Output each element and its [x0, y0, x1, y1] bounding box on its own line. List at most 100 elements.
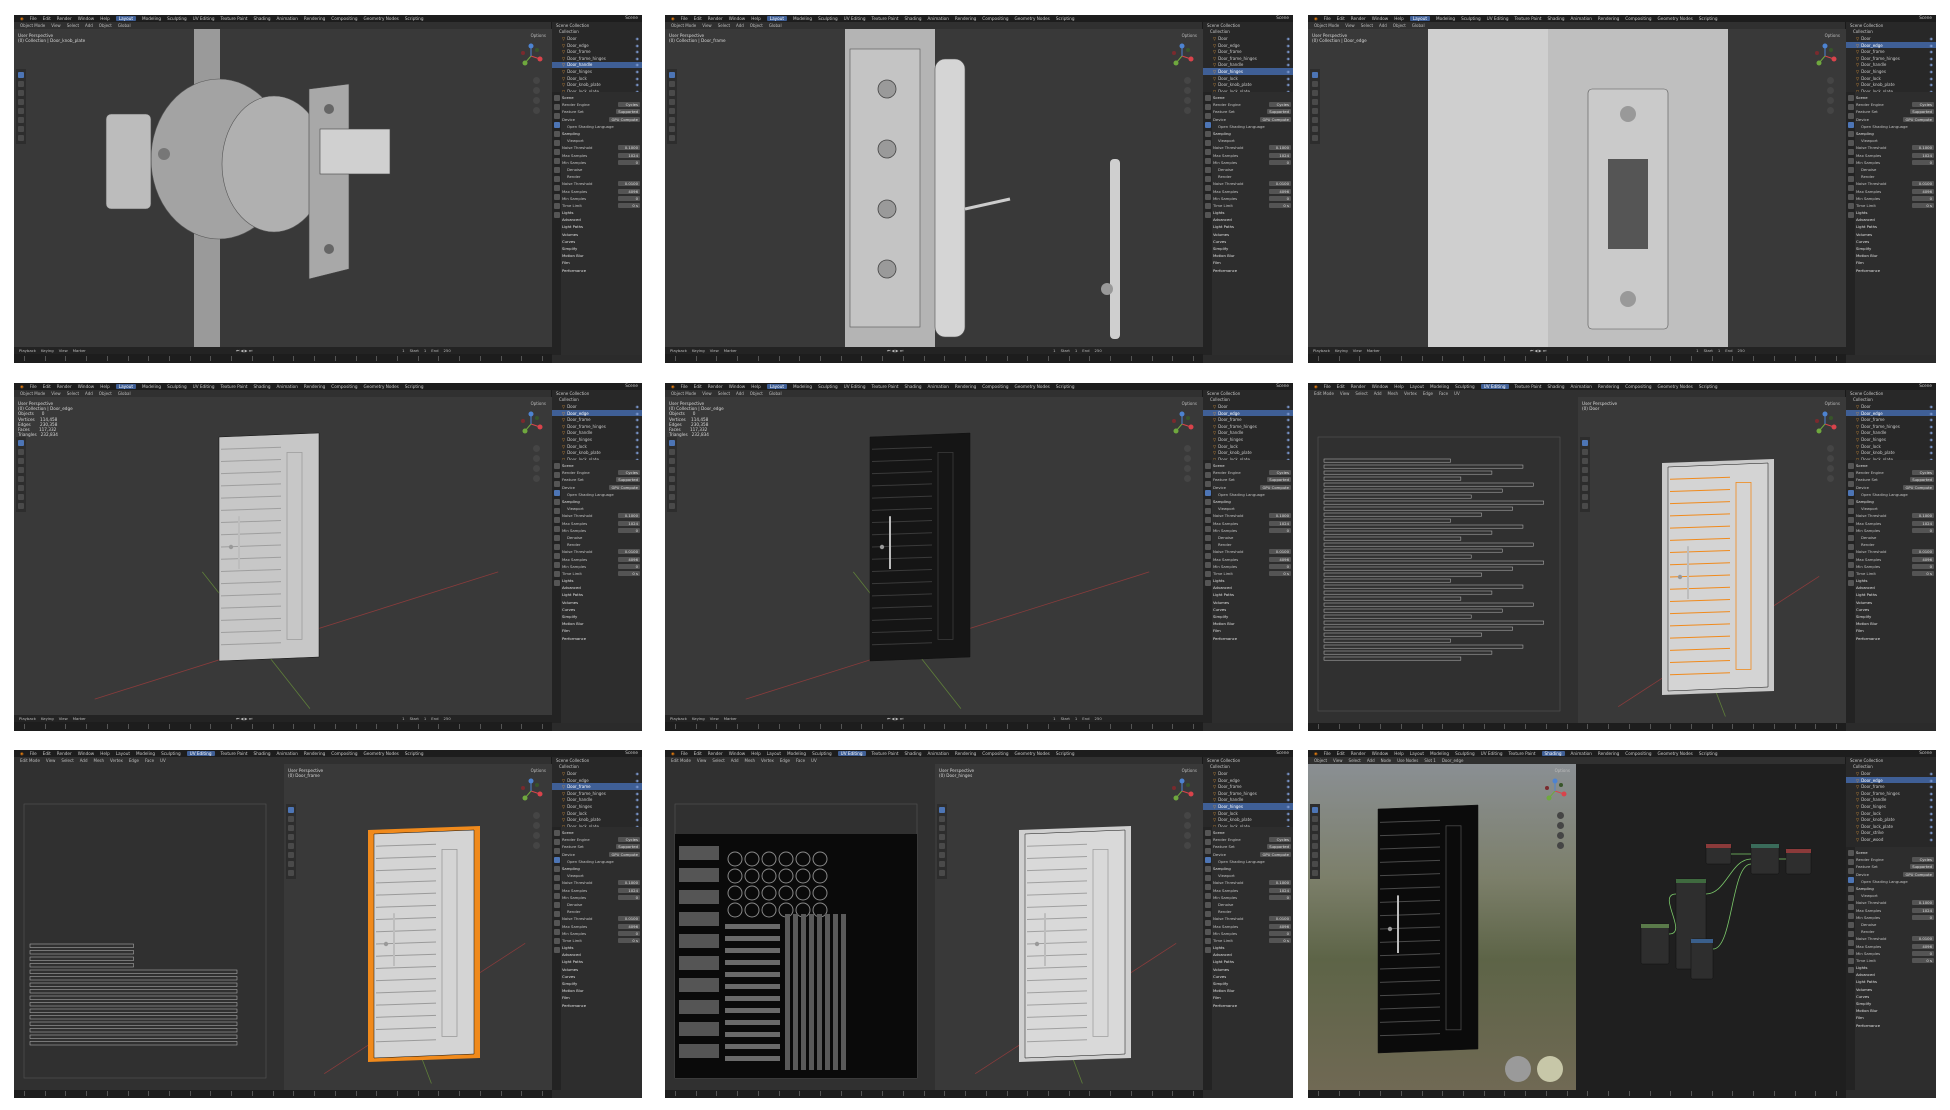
visibility-icon[interactable]: ◉	[636, 430, 640, 435]
timeline-menu-view[interactable]: View	[710, 716, 719, 721]
feature-set[interactable]: Feature Set Supported	[562, 476, 640, 483]
viewport-min-samples[interactable]: Min Samples 0	[1213, 527, 1291, 534]
workspace-tab-sculpting[interactable]: Sculpting	[161, 751, 181, 756]
render-engine-value[interactable]: Cycles	[1269, 837, 1291, 843]
workspace-tab-scripting[interactable]: Scripting	[405, 16, 424, 21]
scene-selector[interactable]: Scene	[1919, 383, 1932, 388]
properties-tab-icon[interactable]	[1204, 902, 1211, 908]
render-noise-threshold[interactable]: Noise Threshold 0.0100	[562, 548, 640, 555]
header-menu-use-nodes[interactable]: Use Nodes	[1397, 758, 1418, 763]
menu-file[interactable]: File	[30, 16, 37, 21]
properties-tab-icon[interactable]	[1204, 490, 1211, 496]
workspace-tab-rendering[interactable]: Rendering	[1598, 16, 1619, 21]
outliner-item[interactable]: ▽ Door_handle ◉	[1846, 430, 1936, 437]
properties-tab-icon[interactable]	[553, 203, 560, 209]
header-menu-mesh[interactable]: Mesh	[1388, 391, 1399, 396]
header-menu-view[interactable]: View	[46, 758, 56, 763]
header-menu-view[interactable]: View	[51, 391, 61, 396]
timeline-ruler[interactable]	[14, 354, 552, 363]
outliner-item[interactable]: ▽ Door_frame ◉	[1846, 783, 1936, 790]
workspace-tab-uv-editing[interactable]: UV Editing	[1487, 16, 1509, 21]
feature-set[interactable]: Feature Set Supported	[562, 108, 640, 115]
outliner-item[interactable]: ▽ Door_handle ◉	[1203, 430, 1293, 437]
outliner-item[interactable]: ▽ Door_handle ◉	[1203, 797, 1293, 804]
workspace-tab-geometry-nodes[interactable]: Geometry Nodes	[364, 16, 399, 21]
viewport-max-samples-value[interactable]: 1024	[1269, 520, 1291, 526]
header-menu-add[interactable]: Add	[736, 391, 744, 396]
outliner-item[interactable]: ▽ Door_hinges ◉	[1846, 803, 1936, 810]
properties-tab-icon[interactable]	[1847, 176, 1854, 182]
scene-selector[interactable]: Scene	[1919, 15, 1932, 20]
menu-help[interactable]: Help	[100, 384, 110, 389]
feature-set[interactable]: Feature Set Supported	[1856, 476, 1934, 483]
workspace-tab-animation[interactable]: Animation	[1571, 16, 1592, 21]
viewport-noise-threshold-value[interactable]: 0.1000	[1912, 513, 1934, 519]
header-menu-view[interactable]: View	[702, 391, 712, 396]
outliner-item[interactable]: ▽ Door_handle ◉	[552, 61, 642, 69]
workspace-tab-layout[interactable]: Layout	[1410, 384, 1424, 389]
menu-render[interactable]: Render	[57, 751, 72, 756]
outliner-item[interactable]: ▽ Door_frame_hinges ◉	[552, 55, 642, 62]
device-value[interactable]: GPU Compute	[1260, 484, 1291, 490]
properties-tab-icon[interactable]	[553, 947, 560, 953]
render-min-samples-value[interactable]: 0	[1269, 195, 1291, 201]
properties-tab-icon[interactable]	[1204, 463, 1211, 469]
outliner-item[interactable]: ▽ Door ◉	[1203, 35, 1293, 42]
viewport-noise-threshold[interactable]: Noise Threshold 0.1000	[562, 879, 640, 886]
properties-tab-icon[interactable]	[1847, 131, 1854, 137]
render-noise-threshold[interactable]: Noise Threshold 0.0100	[1856, 180, 1934, 187]
outliner-item[interactable]: ▽ Door_hinges ◉	[552, 803, 642, 810]
shader-node-editor[interactable]	[1576, 764, 1846, 1090]
viewport-max-samples[interactable]: Max Samples 1024	[1213, 887, 1291, 894]
timeline-menu-view[interactable]: View	[1353, 348, 1362, 353]
properties-tab-icon[interactable]	[1847, 140, 1854, 146]
header-menu-select[interactable]: Select	[1355, 391, 1367, 396]
workspace-tab-scripting[interactable]: Scripting	[405, 384, 424, 389]
visibility-icon[interactable]: ◉	[1930, 791, 1934, 796]
outliner-collection[interactable]: Collection	[1203, 397, 1293, 404]
device[interactable]: Device GPU Compute	[562, 484, 640, 491]
device-value[interactable]: GPU Compute	[1260, 851, 1291, 857]
outliner-collection[interactable]: Collection	[1846, 397, 1936, 404]
workspace-tab-shading[interactable]: Shading	[905, 751, 922, 756]
workspace-tab-compositing[interactable]: Compositing	[1625, 751, 1651, 756]
render-min-samples[interactable]: Min Samples 0	[1213, 563, 1291, 570]
properties-tab-icon[interactable]	[1847, 526, 1854, 532]
render-engine-value[interactable]: Cycles	[1269, 102, 1291, 108]
outliner-item[interactable]: ▽ Door ◉	[552, 403, 642, 410]
render-time-limit[interactable]: Time Limit 0 s	[1856, 570, 1934, 577]
properties-tab-icon[interactable]	[1847, 490, 1854, 496]
workspace-tab-rendering[interactable]: Rendering	[1598, 384, 1619, 389]
workspace-tab-modeling[interactable]: Modeling	[793, 384, 812, 389]
viewport-min-samples-value[interactable]: 0	[1912, 527, 1934, 533]
visibility-icon[interactable]: ◉	[636, 811, 640, 816]
visibility-icon[interactable]: ◉	[1287, 450, 1291, 455]
mode-dropdown[interactable]: Object Mode	[20, 391, 45, 396]
properties-tab-icon[interactable]	[553, 938, 560, 944]
header-menu-select[interactable]: Select	[67, 391, 79, 396]
menu-help[interactable]: Help	[1394, 751, 1404, 756]
render-min-samples-value[interactable]: 0	[1912, 950, 1934, 956]
menu-render[interactable]: Render	[708, 751, 723, 756]
viewport-noise-threshold[interactable]: Noise Threshold 0.1000	[1213, 144, 1291, 151]
render-engine[interactable]: Render Engine Cycles	[1856, 469, 1934, 476]
properties-tab-icon[interactable]	[553, 848, 560, 854]
feature-set[interactable]: Feature Set Supported	[562, 843, 640, 850]
render-max-samples-value[interactable]: 4096	[1912, 556, 1934, 562]
visibility-icon[interactable]: ◉	[1287, 791, 1291, 796]
workspace-tab-shading[interactable]: Shading	[1548, 16, 1565, 21]
outliner-item[interactable]: ▽ Door_frame ◉	[1203, 48, 1293, 55]
outliner-item[interactable]: ▽ Door_frame_hinges ◉	[1846, 790, 1936, 797]
properties-tab-icon[interactable]	[1204, 848, 1211, 854]
outliner-item[interactable]: ▽ Door_frame_hinges ◉	[1846, 55, 1936, 62]
outliner-item[interactable]: ▽ Door_hinges ◉	[1203, 68, 1293, 75]
scene-selector[interactable]: Scene	[1919, 750, 1932, 755]
timeline-menu-view[interactable]: View	[59, 716, 68, 721]
render-time-limit-value[interactable]: 0 s	[618, 937, 640, 943]
menu-help[interactable]: Help	[751, 384, 761, 389]
device[interactable]: Device GPU Compute	[1856, 484, 1934, 491]
properties-tab-icon[interactable]	[553, 499, 560, 505]
outliner-item[interactable]: ▽ Door ◉	[1846, 403, 1936, 410]
render-min-samples[interactable]: Min Samples 0	[1856, 563, 1934, 570]
properties-tab-icon[interactable]	[1204, 122, 1211, 128]
